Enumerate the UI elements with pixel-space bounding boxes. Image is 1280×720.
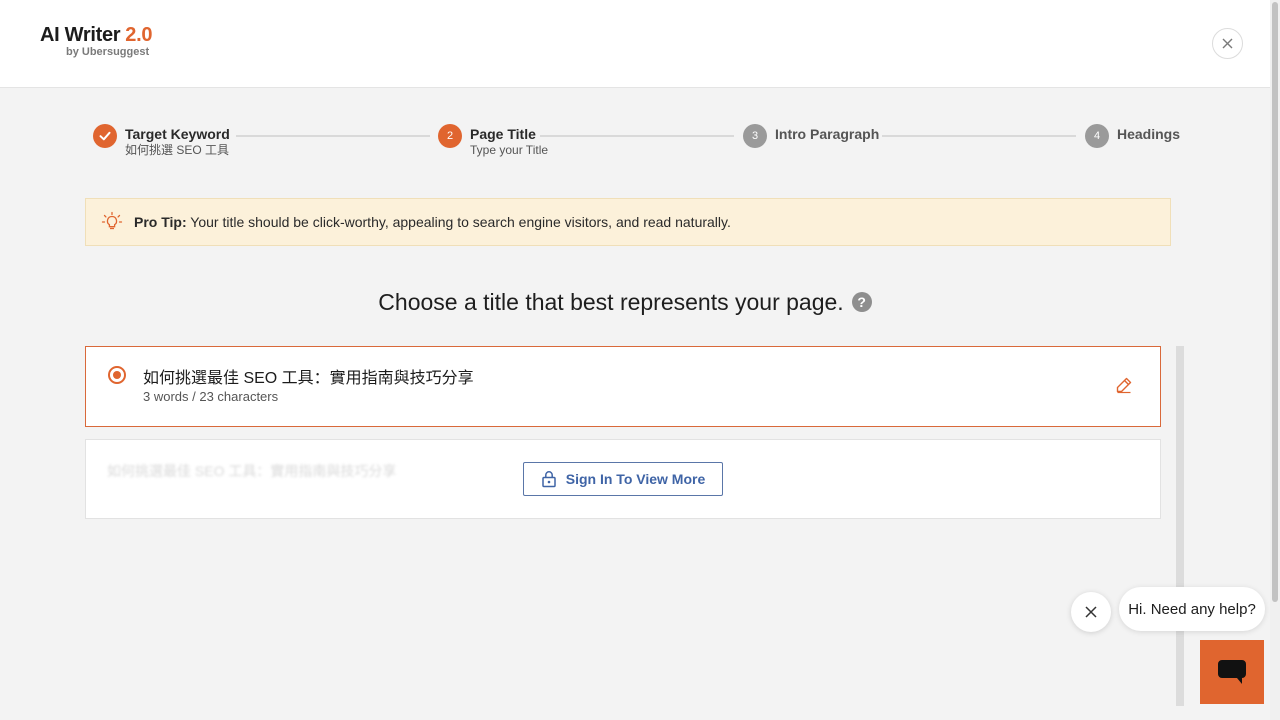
lightbulb-icon [101,211,123,233]
page-scrollbar-thumb[interactable] [1272,2,1278,602]
logo-title: AI Writer [40,24,121,46]
step-title: Headings [1117,126,1181,142]
chat-dismiss-button[interactable] [1071,592,1111,632]
title-option-text: 如何挑選最佳 SEO 工具：實用指南與技巧分享 [143,370,474,387]
app-header: AI Writer 2.0 by Ubersuggest [0,0,1270,88]
lock-icon [541,470,557,488]
step-number: 2 [438,124,462,148]
radio-dot [113,371,121,379]
page-heading-text: Choose a title that best represents your… [378,289,844,315]
pro-tip-text: Your title should be click-worthy, appea… [186,214,731,230]
title-option-selected[interactable]: 如何挑選最佳 SEO 工具：實用指南與技巧分享 3 words / 23 cha… [85,346,1161,427]
logo-version: 2.0 [125,24,153,46]
edit-title-button[interactable] [1108,369,1140,401]
pro-tip-label: Pro Tip: [134,214,187,230]
sign-in-label: Sign In To View More [565,471,706,487]
step-connector [882,135,1076,137]
chat-greeting[interactable]: Hi. Need any help? [1119,587,1265,631]
step-number: 3 [743,124,767,148]
title-option-meta: 3 words / 23 characters [143,389,279,404]
step-intro-paragraph[interactable]: 3 Intro Paragraph [743,124,879,158]
step-target-keyword[interactable]: Target Keyword 如何挑選 SEO 工具 [93,124,230,158]
close-icon [1222,38,1233,49]
step-connector [236,135,430,137]
pencil-icon [1116,377,1132,394]
page-scrollbar[interactable] [1270,0,1280,720]
close-icon [1085,606,1097,618]
step-connector [540,135,734,137]
sign-in-button[interactable]: Sign In To View More [523,462,723,496]
chat-launcher-button[interactable] [1200,640,1264,704]
step-subtitle: 如何挑選 SEO 工具 [125,143,230,157]
step-number: 4 [1085,124,1109,148]
pro-tip-banner: Pro Tip: Your title should be click-wort… [85,198,1171,246]
step-page-title[interactable]: 2 Page Title Type your Title [438,124,548,158]
step-subtitle: Type your Title [470,143,549,157]
step-title: Intro Paragraph [775,126,880,142]
step-headings[interactable]: 4 Headings [1085,124,1180,158]
page-heading: Choose a title that best represents your… [0,289,1250,316]
help-icon[interactable]: ? [851,291,872,312]
title-radio[interactable] [108,366,126,384]
logo-subtitle: by Ubersuggest [66,46,150,58]
step-title: Page Title [470,126,536,142]
step-title: Target Keyword [125,126,230,142]
titles-scrollbar[interactable] [1176,346,1184,706]
locked-title-text: 如何挑選最佳 SEO 工具：實用指南與技巧分享 [107,463,397,479]
chat-icon [1218,660,1246,684]
logo: AI Writer 2.0 [40,24,152,47]
title-option-locked: 如何挑選最佳 SEO 工具：實用指南與技巧分享 Sign In To View … [85,439,1161,519]
check-icon [93,124,117,148]
close-button[interactable] [1212,28,1243,59]
